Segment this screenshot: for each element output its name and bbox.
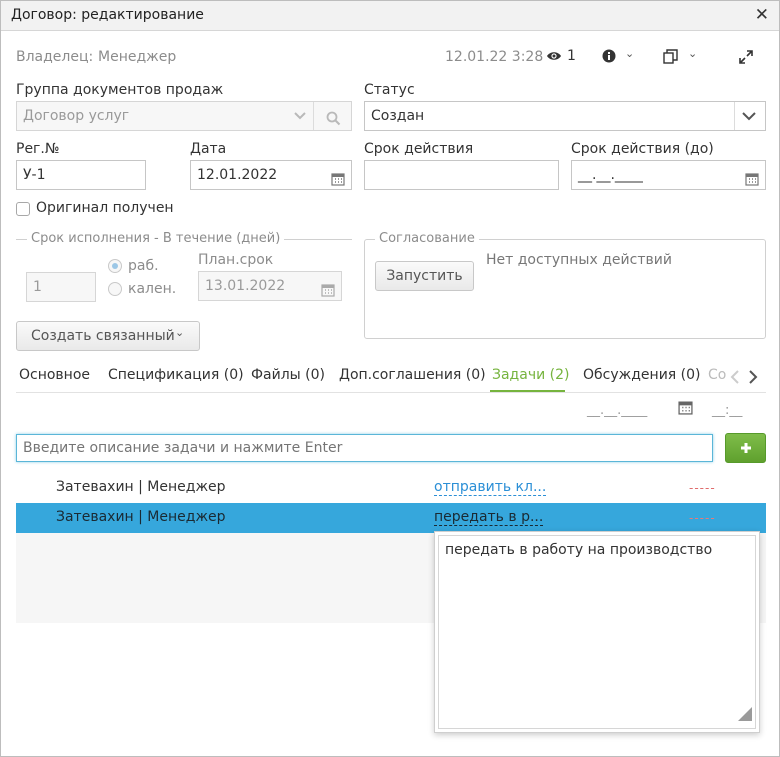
task-deadline: -----	[689, 511, 716, 525]
tab-main[interactable]: Основное	[19, 367, 90, 383]
copy-icon[interactable]	[663, 49, 678, 68]
task-popup: передать в работу на производство	[434, 531, 760, 733]
eye-icon	[546, 50, 562, 66]
status-label: Статус	[364, 82, 415, 98]
days-value: 1	[33, 279, 42, 295]
execution-term-legend: Срок исполнения - В течение (дней)	[27, 231, 285, 246]
task-link[interactable]: передать в р...	[434, 509, 544, 526]
info-chevron-down-icon[interactable]: ⌄	[625, 47, 634, 60]
radio-dot	[112, 263, 118, 269]
copy-chevron-down-icon[interactable]: ⌄	[688, 47, 697, 60]
add-task-button[interactable]	[725, 433, 766, 463]
chevron-down-icon: ⌄	[175, 326, 185, 339]
validity-until-label: Срок действия (до)	[571, 141, 714, 157]
date-field[interactable]: 12.01.2022	[190, 160, 352, 190]
validity-label: Срок действия	[364, 141, 474, 157]
resize-handle-icon[interactable]	[738, 707, 752, 725]
chevron-down-icon[interactable]	[741, 102, 757, 140]
task-assignee: Затевахин | Менеджер	[56, 509, 226, 525]
task-popup-text: передать в работу на производство	[445, 542, 713, 558]
task-popup-textarea[interactable]: передать в работу на производство	[438, 535, 756, 729]
timestamp: 12.01.22 3:28	[445, 49, 544, 65]
expand-icon[interactable]	[739, 50, 753, 68]
task-link[interactable]: отправить кл...	[434, 479, 547, 496]
group-field-value: Договор услуг	[23, 108, 130, 124]
original-received-checkbox[interactable]	[16, 202, 30, 216]
calendar-icon[interactable]	[321, 279, 335, 297]
tab-specification[interactable]: Спецификация (0)	[108, 367, 244, 383]
start-approval-button[interactable]: Запустить	[375, 261, 474, 291]
status-select[interactable]: Создан	[364, 101, 766, 131]
group-label: Группа документов продаж	[16, 82, 224, 98]
table-row-selected[interactable]: Затевахин | Менеджер передать в р... ---…	[16, 503, 766, 533]
contract-edit-dialog: Договор: редактирование ✕ Владелец: Мене…	[0, 0, 780, 757]
calendar-icon[interactable]	[745, 168, 759, 186]
approval-legend: Согласование	[375, 231, 479, 246]
validity-until-field[interactable]: __.__.____	[571, 160, 766, 190]
tab-tasks[interactable]: Задачи (2)	[492, 367, 569, 383]
tabs-divider	[16, 392, 766, 393]
radio-calendar-label: кален.	[128, 281, 177, 297]
tab-more[interactable]: Со	[708, 367, 728, 383]
task-date-filter[interactable]: __.__.____	[587, 403, 647, 418]
create-linked-button[interactable]: Создать связанный ⌄	[16, 321, 200, 351]
divider	[313, 102, 314, 130]
calendar-icon[interactable]	[331, 168, 345, 186]
window-title: Договор: редактирование	[11, 7, 204, 23]
radio-work-label: раб.	[128, 258, 159, 274]
plus-icon	[738, 440, 754, 460]
task-assignee: Затевахин | Менеджер	[56, 479, 226, 495]
reg-field[interactable]: У-1	[16, 160, 146, 190]
tabs-scroll-right-icon[interactable]	[748, 370, 758, 388]
task-time-filter[interactable]: __:__	[712, 403, 742, 418]
tabs-scroll-left-icon[interactable]	[730, 370, 740, 388]
table-row[interactable]: Затевахин | Менеджер отправить кл... ---…	[16, 473, 766, 503]
status-value: Создан	[371, 108, 425, 124]
views-count: 1	[567, 48, 576, 64]
divider	[734, 102, 735, 130]
owner-value[interactable]: Менеджер	[98, 49, 176, 65]
owner-label: Владелец:	[16, 49, 94, 65]
validity-field[interactable]	[364, 160, 559, 190]
radio-work-days[interactable]	[108, 259, 122, 273]
tab-supplements[interactable]: Доп.соглашения (0)	[339, 367, 486, 383]
calendar-icon[interactable]	[678, 400, 693, 419]
plan-term-label: План.срок	[198, 252, 274, 268]
chevron-down-icon[interactable]	[293, 102, 307, 140]
info-icon[interactable]	[602, 49, 616, 67]
task-deadline: -----	[689, 481, 716, 495]
validity-until-value: __.__.____	[578, 167, 643, 183]
close-icon[interactable]: ✕	[755, 5, 769, 25]
original-received-label: Оригинал получен	[36, 200, 174, 216]
title-bar: Договор: редактирование ✕	[1, 1, 779, 31]
plan-term-value: 13.01.2022	[205, 278, 286, 294]
search-icon[interactable]	[326, 108, 341, 136]
create-linked-label: Создать связанный	[31, 328, 175, 344]
no-actions-text: Нет доступных действий	[486, 252, 672, 268]
date-label: Дата	[190, 141, 227, 157]
active-tab-indicator	[490, 390, 565, 392]
reg-label: Рег.№	[16, 141, 60, 157]
task-description-input[interactable]	[16, 434, 713, 462]
plan-term-field[interactable]: 13.01.2022	[198, 271, 342, 301]
date-value: 12.01.2022	[197, 167, 278, 183]
days-field[interactable]: 1	[26, 272, 96, 302]
reg-value: У-1	[23, 167, 46, 183]
tab-discussions[interactable]: Обсуждения (0)	[583, 367, 701, 383]
group-field[interactable]: Договор услуг	[16, 101, 352, 131]
radio-calendar-days[interactable]	[108, 282, 122, 296]
tab-files[interactable]: Файлы (0)	[251, 367, 325, 383]
